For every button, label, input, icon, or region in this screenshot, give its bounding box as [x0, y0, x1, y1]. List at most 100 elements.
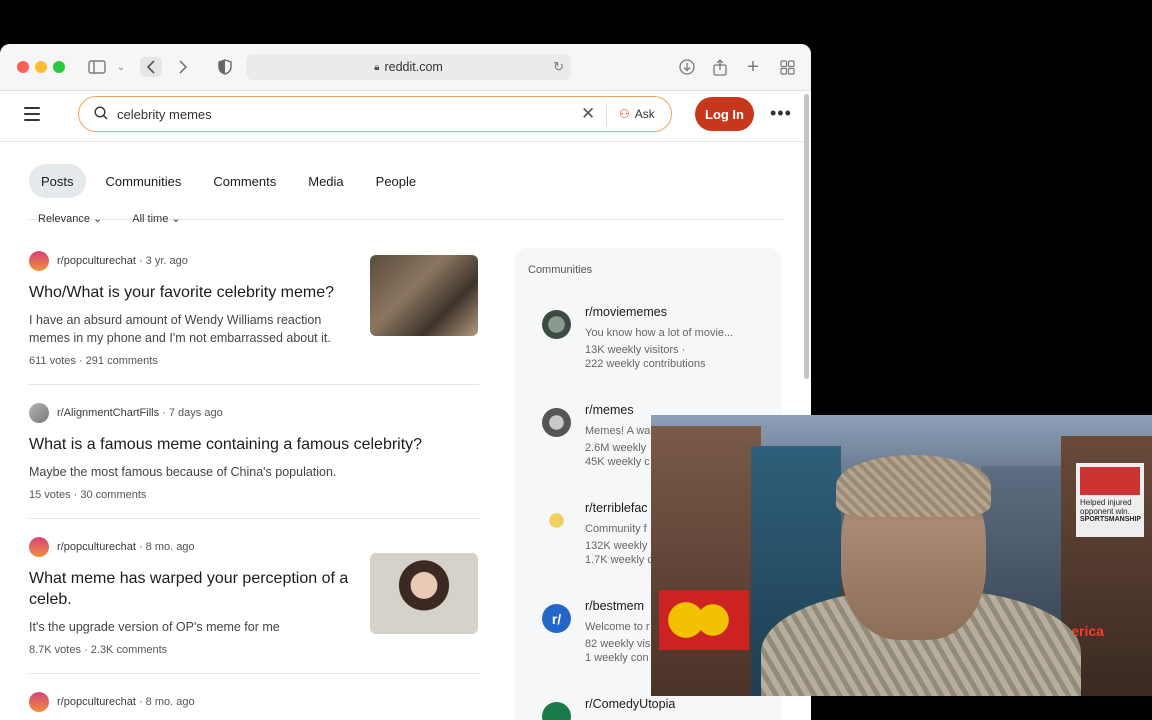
subreddit-avatar[interactable]	[29, 537, 49, 557]
post-votes: 611 votes	[29, 355, 76, 367]
post-title[interactable]: What is a famous meme containing a famou…	[29, 434, 469, 455]
post-body: I have an absurd amount of Wendy William…	[29, 313, 331, 345]
post-stats: 611 votes · 291 comments	[29, 355, 158, 367]
more-options-icon[interactable]: •••	[770, 103, 792, 124]
post-comments: 30 comments	[80, 489, 147, 501]
community-visitors: 82 weekly vis	[585, 638, 651, 650]
search-divider	[606, 103, 607, 126]
new-tab-icon[interactable]: +	[742, 56, 764, 78]
community-visitors: 13K weekly visitors ·	[585, 344, 686, 356]
tab-communities[interactable]: Communities	[94, 164, 194, 198]
post-comments: 2.3K comments	[90, 644, 168, 656]
community-name[interactable]: r/moviememes	[585, 305, 667, 319]
post-subreddit[interactable]: r/AlignmentChartFills	[57, 407, 159, 419]
community-contributions: 45K weekly c	[585, 456, 650, 468]
post-votes: 8.7K votes	[29, 644, 81, 656]
url-text: reddit.com	[384, 60, 443, 74]
community-avatar	[542, 310, 571, 339]
community-name[interactable]: r/memes	[585, 403, 634, 417]
post-item[interactable]: r/AlignmentChartFills · 7 days ago What …	[29, 403, 479, 501]
post-thumbnail[interactable]	[370, 255, 478, 336]
tab-media[interactable]: Media	[296, 164, 355, 198]
shield-icon[interactable]	[214, 57, 236, 77]
log-in-button[interactable]: Log In	[695, 97, 754, 131]
tab-people[interactable]: People	[364, 164, 428, 198]
browser-toolbar: ⌄ 🔒︎ reddit.com ↻ +	[0, 44, 811, 91]
time-label: All time	[132, 213, 169, 225]
community-contributions: 222 weekly contributions	[585, 358, 706, 370]
community-contributions: 1.7K weekly c	[585, 554, 653, 566]
search-input[interactable]: celebrity memes	[117, 107, 212, 122]
community-visitors: 132K weekly	[585, 540, 648, 552]
back-arrow-icon[interactable]	[140, 57, 162, 77]
lock-icon: 🔒︎	[374, 61, 380, 73]
sidebar-heading: Communities	[528, 264, 593, 276]
ask-icon: ⚇	[619, 107, 630, 121]
billboard-image	[1080, 467, 1140, 495]
community-desc: Welcome to r	[585, 621, 650, 633]
maximize-window-button[interactable]	[53, 61, 65, 73]
chevron-down-icon: ⌄	[93, 213, 103, 225]
download-icon[interactable]	[676, 57, 698, 77]
search-icon	[94, 106, 108, 120]
scrollbar-thumb[interactable]	[804, 94, 809, 379]
community-avatar	[542, 702, 571, 720]
post-title[interactable]: What meme has warped your perception of …	[29, 568, 359, 610]
webcam-overlay: Helped injured opponent win. SPORTSMANSH…	[651, 415, 1152, 696]
search-tabs: Posts Communities Comments Media People	[29, 164, 436, 198]
community-name[interactable]: r/bestmem	[585, 599, 644, 613]
ask-button[interactable]: ⚇ Ask	[619, 107, 655, 121]
community-desc: Memes! A wa	[585, 425, 651, 437]
tab-comments[interactable]: Comments	[201, 164, 288, 198]
address-bar[interactable]: 🔒︎ reddit.com ↻	[246, 54, 571, 80]
community-desc: Community f	[585, 523, 647, 535]
billboard: Helped injured opponent win. SPORTSMANSH…	[1076, 463, 1144, 537]
forward-arrow-icon[interactable]	[172, 57, 194, 77]
post-title[interactable]: Who/What is your favorite celebrity meme…	[29, 282, 359, 303]
subreddit-avatar[interactable]	[29, 692, 49, 712]
clear-search-icon[interactable]: ✕	[581, 104, 595, 124]
community-avatar	[542, 506, 571, 535]
chevron-down-icon[interactable]: ⌄	[110, 57, 132, 77]
reload-icon[interactable]: ↻	[553, 59, 564, 75]
post-item[interactable]: r/popculturechat · 8 mo. ago What meme h…	[29, 537, 479, 656]
post-body: It's the upgrade version of OP's meme fo…	[29, 620, 280, 634]
post-comments: 291 comments	[85, 355, 158, 367]
minimize-window-button[interactable]	[35, 61, 47, 73]
post-thumbnail[interactable]	[370, 553, 478, 634]
sidebar-toggle-icon[interactable]	[86, 57, 108, 77]
person-cap	[836, 455, 991, 517]
community-avatar	[542, 408, 571, 437]
billboard-subtext: SPORTSMANSHIP	[1080, 516, 1142, 523]
post-item[interactable]: r/popculturechat · 3 yr. ago Who/What is…	[29, 251, 479, 367]
sort-label: Relevance	[38, 213, 90, 225]
post-subreddit[interactable]: r/popculturechat	[57, 696, 136, 708]
post-subreddit[interactable]: r/popculturechat	[57, 541, 136, 553]
post-stats: 8.7K votes · 2.3K comments	[29, 644, 168, 656]
post-subreddit[interactable]: r/popculturechat	[57, 255, 136, 267]
search-bar[interactable]: celebrity memes ✕ ⚇ Ask	[78, 96, 672, 132]
community-name[interactable]: r/terriblefac	[585, 501, 648, 515]
time-dropdown[interactable]: All time ⌄	[132, 212, 180, 225]
post-item[interactable]: r/popculturechat · 8 mo. ago	[29, 692, 479, 712]
community-name[interactable]: r/ComedyUtopia	[585, 697, 675, 711]
menu-icon[interactable]	[24, 107, 40, 125]
subreddit-avatar[interactable]	[29, 251, 49, 271]
post-age: 8 mo. ago	[145, 541, 195, 553]
share-icon[interactable]	[709, 57, 731, 77]
post-meta: r/popculturechat · 8 mo. ago	[29, 692, 479, 712]
sort-dropdown[interactable]: Relevance ⌄	[38, 212, 102, 225]
post-divider	[29, 673, 479, 674]
ask-label: Ask	[634, 107, 655, 121]
post-body: Maybe the most famous because of China's…	[29, 465, 337, 479]
post-age: 3 yr. ago	[145, 255, 188, 267]
post-age: 7 days ago	[168, 407, 223, 419]
close-window-button[interactable]	[17, 61, 29, 73]
post-divider	[29, 518, 479, 519]
tab-posts[interactable]: Posts	[29, 164, 86, 198]
tab-overview-icon[interactable]	[776, 57, 798, 77]
community-contributions: 1 weekly con	[585, 652, 649, 664]
reddit-logo-icon: r/	[542, 604, 571, 633]
billboard-text: Helped injured opponent win.	[1080, 498, 1132, 516]
subreddit-avatar[interactable]	[29, 403, 49, 423]
